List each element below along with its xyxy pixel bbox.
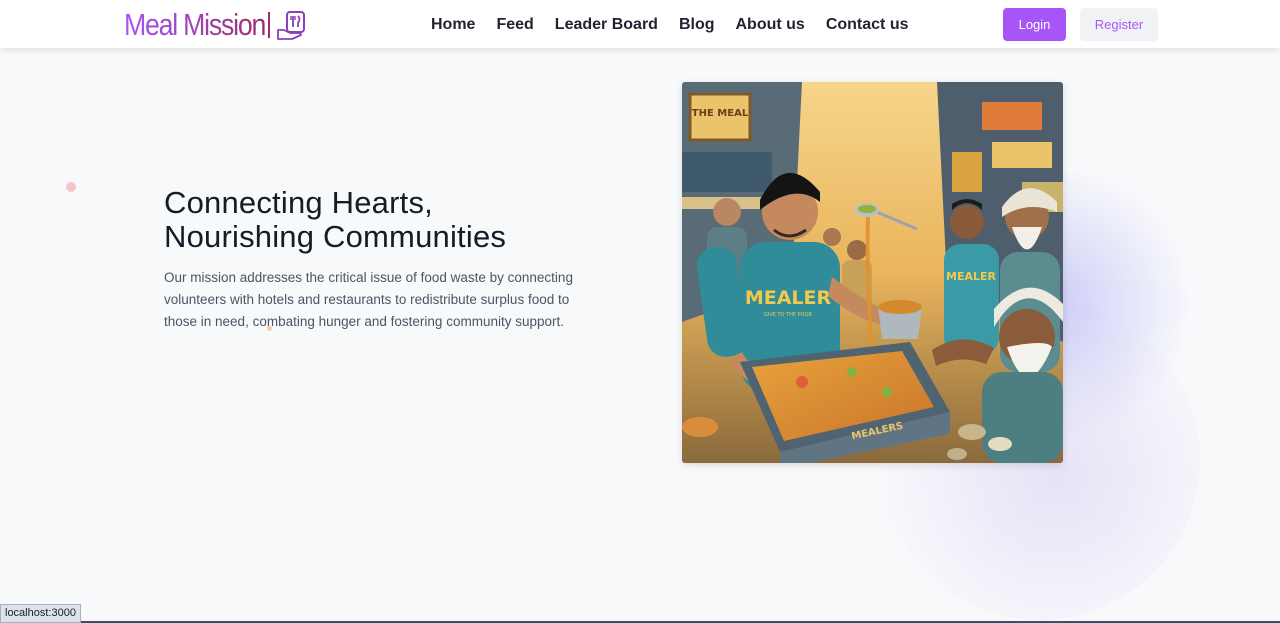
shop-sign-text: THE MEAL <box>692 108 749 119</box>
hero-title-line-2: Nourishing Communities <box>164 219 507 254</box>
hand-holding-utensils-icon <box>277 11 305 40</box>
nav-link-about-us[interactable]: About us <box>735 14 804 36</box>
brand-name: Meal Mission <box>124 7 266 42</box>
main-volunteer-shirt-subtext: GIVE TO THE POOR <box>764 312 813 318</box>
brand-divider <box>268 12 270 38</box>
nav-link-blog[interactable]: Blog <box>679 14 715 36</box>
volunteer-shirt-text: MEALER <box>946 270 996 283</box>
browser-status-url: localhost:3000 <box>0 604 81 623</box>
navbar: Meal Mission Home Feed Leader Board Blog… <box>0 0 1280 48</box>
hero-illustration: THE MEAL MEALER MEALER GIVE TO THE POOR … <box>682 82 1063 463</box>
hero-title-line-1: Connecting Hearts, <box>164 185 433 220</box>
hero-description: Our mission addresses the critical issue… <box>164 270 573 329</box>
decorative-dot <box>66 182 76 192</box>
main-nav: Home Feed Leader Board Blog About us Con… <box>431 14 908 36</box>
nav-link-contact-us[interactable]: Contact us <box>826 14 909 36</box>
brand-logo-link[interactable]: Meal Mission <box>124 6 288 44</box>
nav-link-leader-board[interactable]: Leader Board <box>555 14 658 36</box>
main-volunteer-shirt-text: MEALER <box>745 287 832 309</box>
register-button[interactable]: Register <box>1080 8 1158 41</box>
nav-link-home[interactable]: Home <box>431 14 475 36</box>
hero-title: Connecting Hearts, Nourishing Communitie… <box>164 186 604 254</box>
nav-link-feed[interactable]: Feed <box>496 14 533 36</box>
login-button[interactable]: Login <box>1003 8 1066 41</box>
